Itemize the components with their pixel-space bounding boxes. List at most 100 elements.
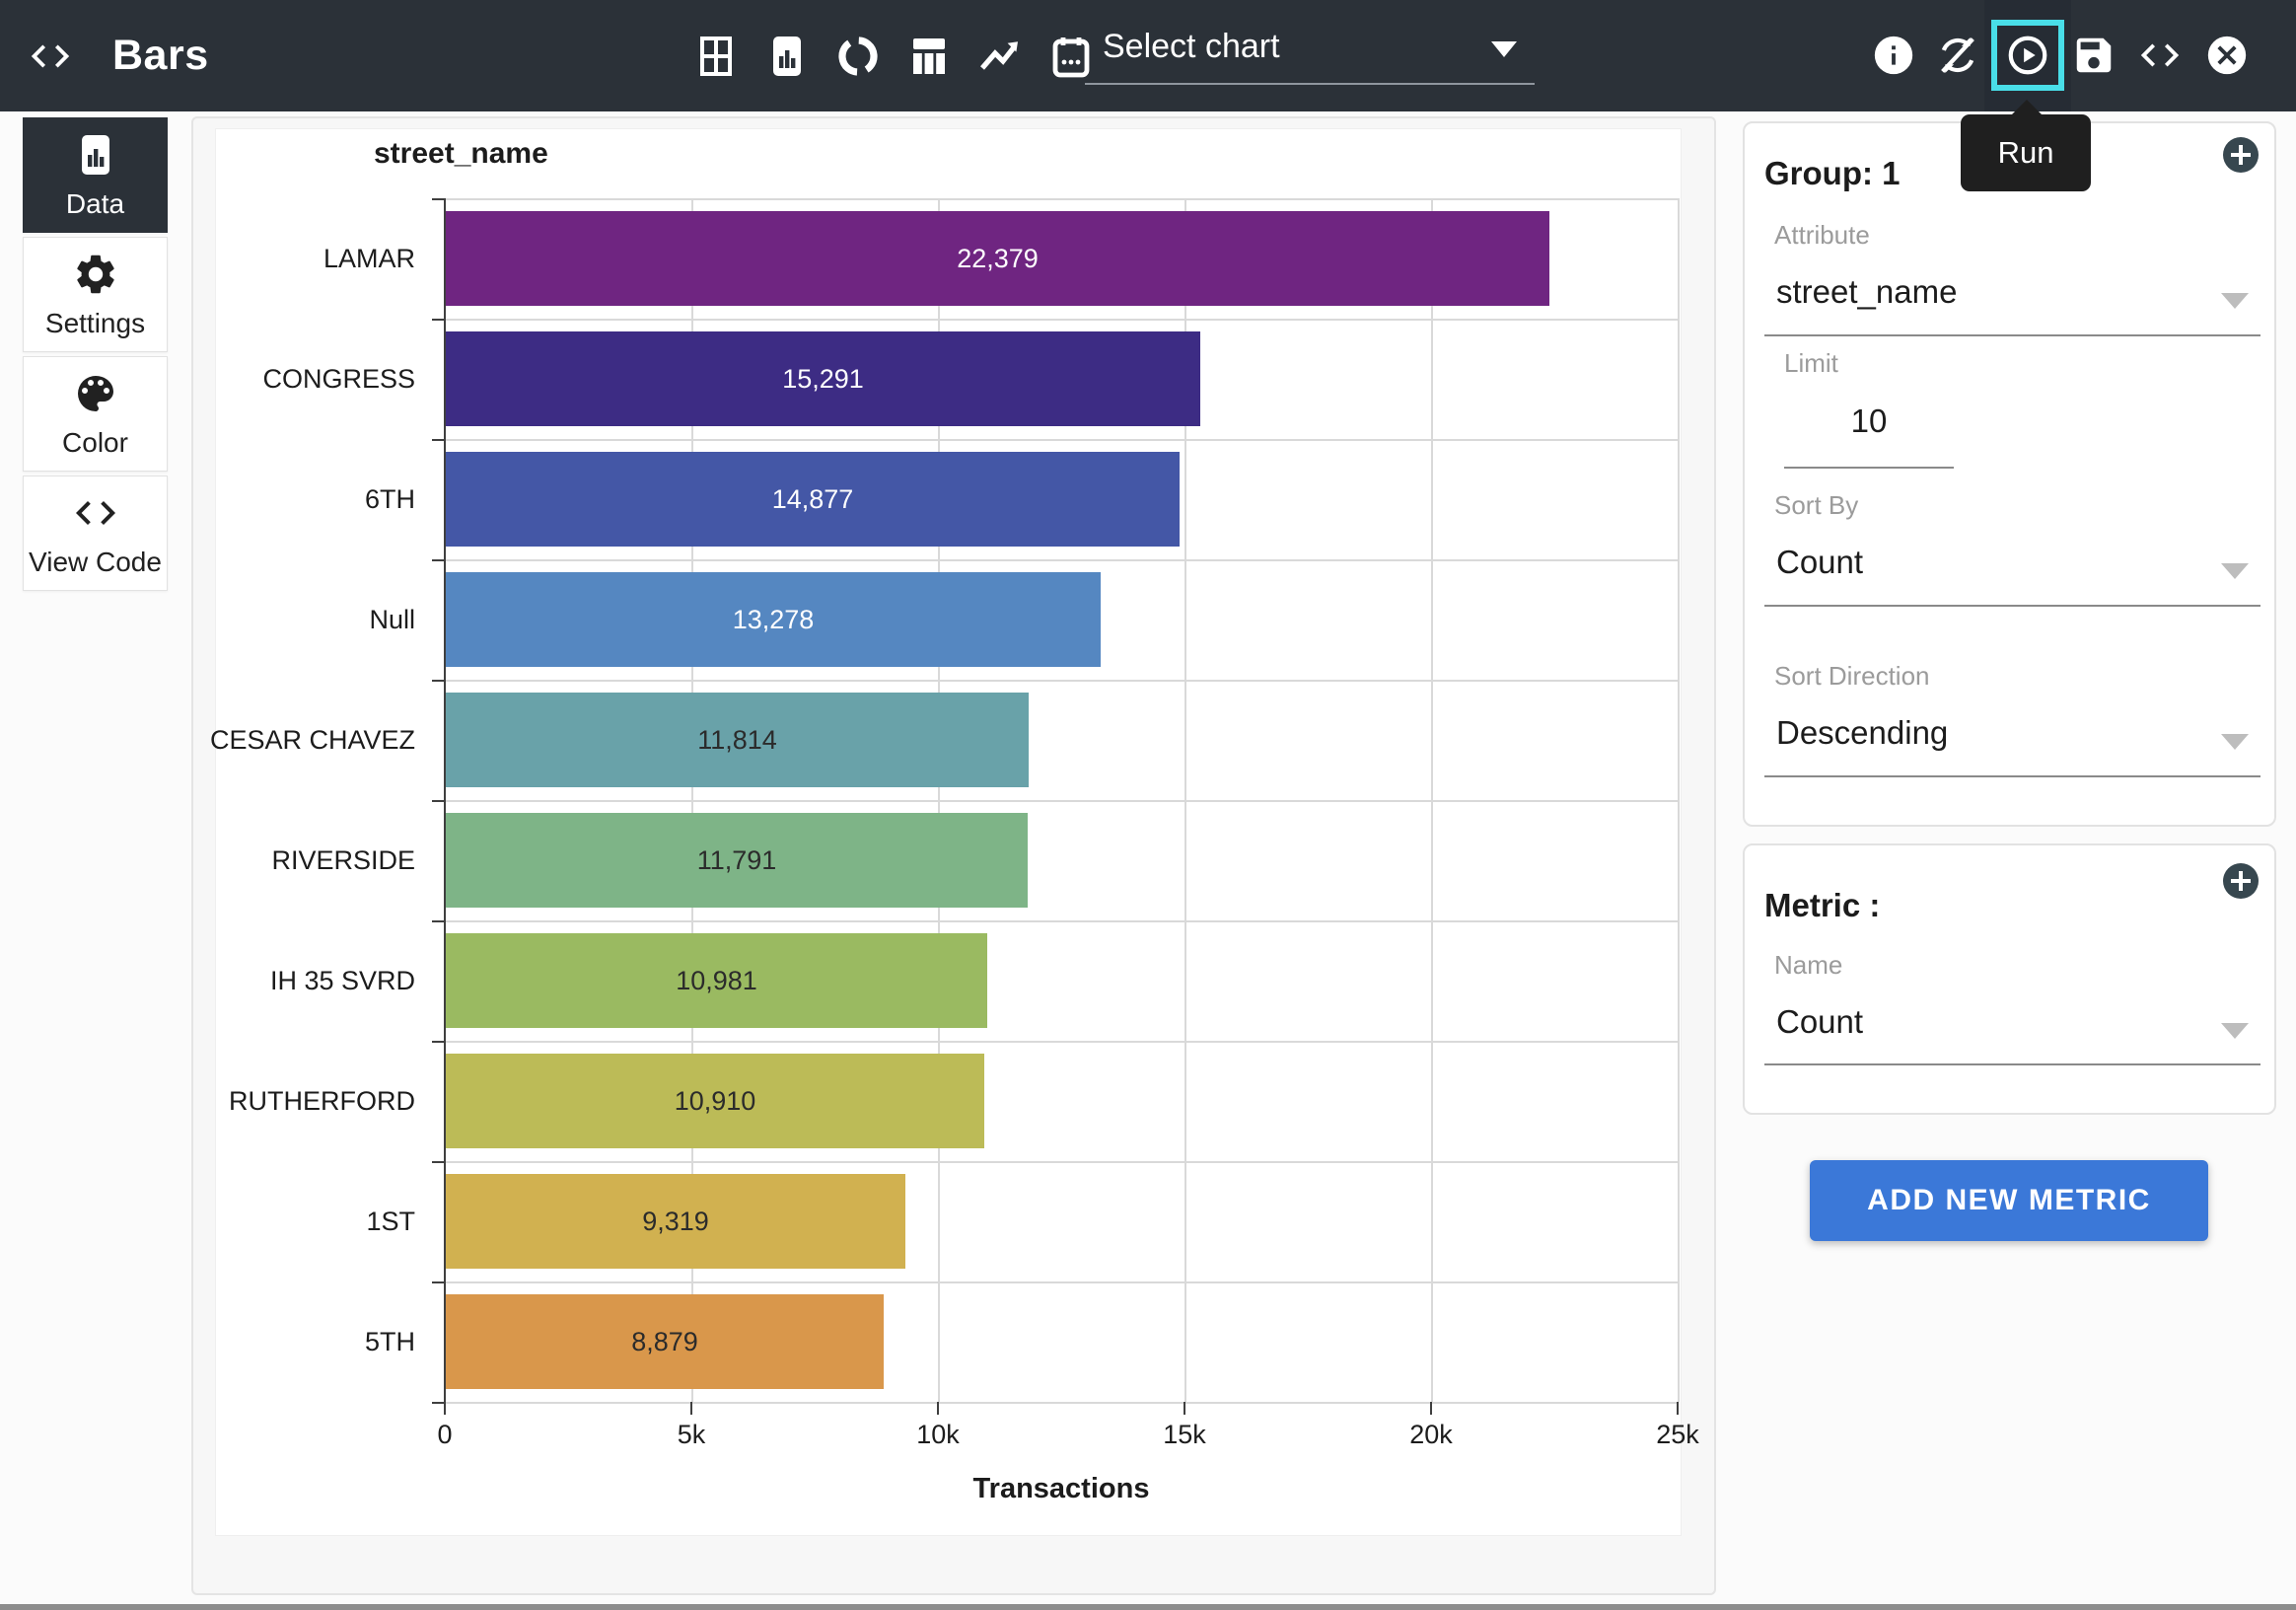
limit-input[interactable]: 10: [1784, 402, 1954, 440]
select-chart-dropdown[interactable]: Select chart: [1085, 14, 1535, 85]
category-label: Null: [119, 559, 415, 680]
add-group-button[interactable]: [2223, 137, 2259, 173]
bar[interactable]: 10,981: [446, 933, 987, 1028]
category-label: RIVERSIDE: [119, 800, 415, 920]
bar[interactable]: 15,291: [446, 331, 1200, 426]
attribute-select[interactable]: street_name: [1776, 273, 1957, 311]
chevron-down-icon[interactable]: [2221, 563, 2249, 579]
sidebar-item-label: Color: [62, 427, 128, 459]
x-axis-tick: [690, 1402, 692, 1415]
sort-direction-select[interactable]: Descending: [1776, 714, 1948, 752]
table-icon[interactable]: [905, 33, 953, 80]
bar[interactable]: 14,877: [446, 452, 1180, 547]
bar[interactable]: 11,814: [446, 693, 1029, 787]
category-label: 6TH: [119, 439, 415, 559]
bar-value-label: 22,379: [446, 211, 1549, 306]
gridline: [445, 439, 1678, 441]
window-bottom-edge: [0, 1604, 2296, 1610]
bar-value-label: 8,879: [446, 1294, 884, 1389]
gridline: [445, 680, 1678, 682]
category-label: LAMAR: [119, 198, 415, 319]
group-card: Group: 1 Attribute street_name Limit 10 …: [1743, 121, 2276, 827]
category-label: IH 35 SVRD: [119, 920, 415, 1041]
code-icon: [28, 34, 73, 79]
group-card-title: Group: 1: [1764, 155, 1901, 192]
field-underline: [1764, 605, 2260, 607]
add-metric-plus-button[interactable]: [2223, 863, 2259, 899]
bar-value-label: 11,791: [446, 813, 1028, 908]
y-axis-tick: [432, 198, 445, 200]
chevron-down-icon: [1491, 41, 1517, 57]
bar-chart-icon: [72, 131, 119, 179]
bar[interactable]: 22,379: [446, 211, 1549, 306]
chart-card: street_name Transactions 22,379LAMAR15,2…: [215, 128, 1682, 1536]
y-axis-tick: [432, 920, 445, 922]
bar[interactable]: 8,879: [446, 1294, 884, 1389]
bar-value-label: 9,319: [446, 1174, 905, 1269]
metric-name-select[interactable]: Count: [1776, 1003, 1863, 1041]
metric-card-title: Metric :: [1764, 887, 1880, 924]
info-icon[interactable]: [1871, 33, 1916, 78]
save-icon[interactable]: [2071, 33, 2117, 78]
bar-chart-icon[interactable]: [763, 33, 811, 80]
gridline: [445, 800, 1678, 802]
x-axis-tick: [1430, 1402, 1432, 1415]
attribute-label: Attribute: [1774, 220, 1870, 251]
x-axis-tick: [444, 1402, 446, 1415]
x-axis-tick: [1677, 1402, 1679, 1415]
gear-icon: [72, 251, 119, 298]
play-icon[interactable]: [2005, 33, 2050, 78]
sort-by-label: Sort By: [1774, 490, 1858, 521]
bar[interactable]: 9,319: [446, 1174, 905, 1269]
x-axis-tick: [1184, 1402, 1185, 1415]
donut-chart-icon[interactable]: [834, 33, 882, 80]
gridline: [445, 1402, 1678, 1404]
limit-label: Limit: [1784, 348, 1838, 379]
category-label: 1ST: [119, 1161, 415, 1281]
x-tick-label: 15k: [1125, 1420, 1244, 1450]
bar-chart-plot: Transactions 22,379LAMAR15,291CONGRESS14…: [445, 198, 1678, 1402]
bar[interactable]: 13,278: [446, 572, 1101, 667]
category-label: RUTHERFORD: [119, 1041, 415, 1161]
gridline: [445, 1281, 1678, 1283]
sort-by-select[interactable]: Count: [1776, 544, 1863, 581]
gridline: [445, 1161, 1678, 1163]
sidebar-item-label: Data: [66, 188, 124, 220]
grid-icon[interactable]: [692, 33, 740, 80]
gridline: [1678, 198, 1680, 1402]
sort-direction-label: Sort Direction: [1774, 661, 1930, 692]
field-underline: [1764, 1063, 2260, 1065]
bar[interactable]: 10,910: [446, 1054, 984, 1148]
category-label: 5TH: [119, 1281, 415, 1402]
line-chart-icon[interactable]: [976, 33, 1024, 80]
code-icon[interactable]: [2137, 33, 2183, 78]
y-axis-tick: [432, 680, 445, 682]
chevron-down-icon[interactable]: [2221, 293, 2249, 309]
run-tooltip: Run: [1961, 114, 2091, 191]
x-tick-label: 5k: [632, 1420, 751, 1450]
gridline: [445, 1041, 1678, 1043]
sync-disabled-icon[interactable]: [1935, 33, 1980, 78]
y-axis-tick: [432, 559, 445, 561]
bar-value-label: 14,877: [446, 452, 1180, 547]
bar[interactable]: 11,791: [446, 813, 1028, 908]
gridline: [445, 559, 1678, 561]
close-icon[interactable]: [2204, 33, 2250, 78]
field-underline: [1764, 775, 2260, 777]
x-tick-label: 25k: [1618, 1420, 1737, 1450]
x-tick-label: 20k: [1372, 1420, 1490, 1450]
bar-value-label: 11,814: [446, 693, 1029, 787]
metric-card: Metric : Name Count: [1743, 843, 2276, 1115]
bar-value-label: 10,981: [446, 933, 987, 1028]
y-axis-tick: [432, 319, 445, 321]
field-underline: [1764, 334, 2260, 336]
chevron-down-icon[interactable]: [2221, 1023, 2249, 1039]
code-icon: [72, 489, 119, 537]
select-chart-placeholder: Select chart: [1103, 28, 1280, 66]
chevron-down-icon[interactable]: [2221, 734, 2249, 750]
add-new-metric-button[interactable]: ADD NEW METRIC: [1810, 1160, 2208, 1241]
top-bar: Bars: [0, 0, 2296, 111]
gridline: [445, 319, 1678, 321]
metric-name-label: Name: [1774, 950, 1842, 981]
chart-type-toolbar: [692, 0, 1095, 111]
